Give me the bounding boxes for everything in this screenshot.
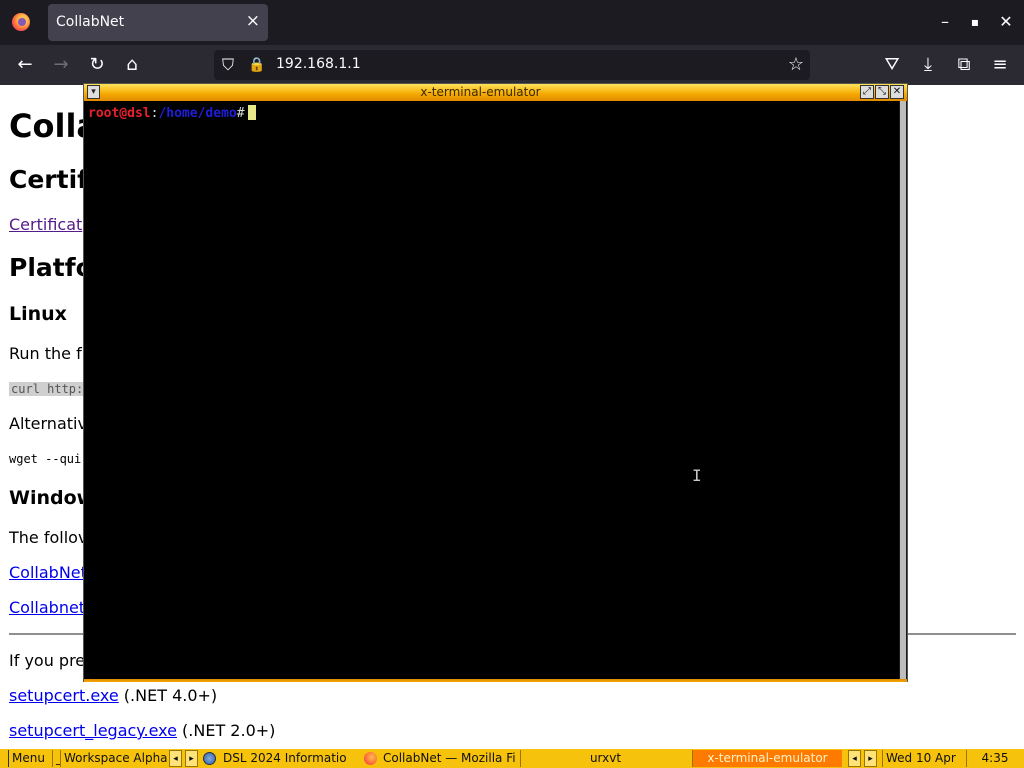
tab-close-icon[interactable]: × — [246, 11, 260, 31]
taskbar-separator: _ — [52, 750, 60, 767]
shield-icon[interactable]: ⛉ — [222, 55, 240, 75]
home-icon[interactable]: ⌂ — [120, 53, 144, 77]
terminal-titlebar[interactable]: ▾ x-terminal-emulator ⤢ ⤡ ✕ — [84, 84, 907, 101]
wget-command: wget --qui — [9, 452, 82, 466]
browser-nav-bar: ← → ↻ ⌂ ⛉ 🔒 192.168.1.1 ☆ ⛛ ⤓ ⧉ ≡ — [0, 45, 1024, 85]
globe-icon — [203, 752, 216, 765]
prefer-paragraph: If you pre — [9, 651, 86, 670]
platforms-heading: Platfo — [9, 253, 93, 282]
tab-title: CollabNet — [56, 14, 125, 30]
workspace-prev-button[interactable]: ◂ — [169, 750, 182, 767]
download-icon[interactable]: ⤓ — [916, 53, 940, 77]
alternative-paragraph: Alternativ — [9, 414, 87, 433]
taskbar: Menu _ Workspace Alpha ◂ ▸ DSL 2024 Info… — [0, 749, 1024, 768]
url-text[interactable]: 192.168.1.1 — [276, 56, 361, 72]
collabnet-link[interactable]: CollabNet — [9, 563, 87, 582]
forward-arrow-icon[interactable]: → — [49, 53, 73, 77]
setupcert-row: setupcert.exe (.NET 4.0+) — [9, 686, 217, 705]
pocket-icon[interactable]: ⛛ — [880, 53, 904, 77]
scrollbar-thumb[interactable] — [900, 101, 906, 679]
terminal-close-button[interactable]: ✕ — [890, 85, 904, 99]
task-urxvt[interactable]: urxvt — [520, 750, 690, 767]
windows-heading: Window — [9, 487, 95, 509]
prompt-path: /home/demo — [158, 106, 237, 121]
terminal-title: x-terminal-emulator — [420, 85, 541, 99]
task-dsl-info[interactable]: DSL 2024 Informatio — [220, 750, 356, 767]
collabnet-link-2[interactable]: Collabnet — [9, 598, 85, 617]
browser-tab[interactable]: CollabNet × — [48, 4, 268, 41]
curl-command: curl http: — [9, 382, 86, 396]
run-paragraph: Run the f — [9, 344, 82, 363]
prompt-hash: # — [236, 106, 245, 121]
setupcert-legacy-link[interactable]: setupcert_legacy.exe — [9, 721, 177, 740]
prompt-user: root@dsl — [88, 106, 151, 121]
terminal-iconify-button[interactable]: ⤢ — [860, 85, 874, 99]
back-arrow-icon[interactable]: ← — [13, 53, 37, 77]
clock-time: 4:35 — [966, 750, 1020, 767]
workspace-next-button[interactable]: ▸ — [185, 750, 198, 767]
window-close-button[interactable]: ✕ — [996, 12, 1016, 32]
firefox-logo-icon — [12, 13, 30, 31]
bookmark-star-icon[interactable]: ☆ — [788, 53, 804, 77]
firefox-icon — [364, 752, 377, 765]
reload-icon[interactable]: ↻ — [85, 53, 109, 77]
setupcert-legacy-note: (.NET 2.0+) — [176, 721, 276, 740]
lock-icon[interactable]: 🔒 — [248, 55, 266, 75]
extensions-icon[interactable]: ⧉ — [952, 53, 976, 77]
setupcert-legacy-row: setupcert_legacy.exe (.NET 2.0+) — [9, 721, 275, 740]
hamburger-menu-icon[interactable]: ≡ — [988, 53, 1012, 77]
shell-prompt: root@dsl:/home/demo# — [88, 105, 256, 121]
task-collabnet-firefox[interactable]: CollabNet — Mozilla Fi — [380, 750, 516, 767]
terminal-body[interactable]: root@dsl:/home/demo# I — [84, 101, 899, 679]
url-bar[interactable]: ⛉ 🔒 192.168.1.1 ☆ — [214, 50, 810, 80]
window-maximize-button[interactable]: ▪ — [965, 12, 985, 32]
tasks-next-button[interactable]: ▸ — [864, 750, 877, 767]
setupcert-note: (.NET 4.0+) — [118, 686, 218, 705]
terminal-maximize-button[interactable]: ⤡ — [875, 85, 889, 99]
task-x-terminal-emulator[interactable]: x-terminal-emulator — [692, 750, 842, 767]
linux-heading: Linux — [9, 303, 67, 325]
certificate-link[interactable]: Certificat — [9, 215, 82, 234]
text-cursor — [247, 105, 256, 120]
terminal-scrollbar[interactable] — [899, 101, 907, 679]
certificate-heading: Certif — [9, 165, 89, 194]
tasks-prev-button[interactable]: ◂ — [848, 750, 861, 767]
terminal-bottom-border — [84, 679, 907, 682]
setupcert-link[interactable]: setupcert.exe — [9, 686, 119, 705]
clock-date: Wed 10 Apr — [882, 750, 966, 767]
browser-tab-bar: CollabNet × – ▪ ✕ — [0, 0, 1024, 45]
terminal-window[interactable]: ▾ x-terminal-emulator ⤢ ⤡ ✕ root@dsl:/ho… — [83, 83, 908, 682]
ibeam-cursor-icon: I — [692, 466, 702, 485]
following-paragraph: The follov — [9, 528, 88, 547]
window-minimize-button[interactable]: – — [935, 12, 955, 32]
start-menu-button[interactable]: Menu — [8, 750, 52, 767]
workspace-label[interactable]: Workspace Alpha — [60, 750, 168, 767]
